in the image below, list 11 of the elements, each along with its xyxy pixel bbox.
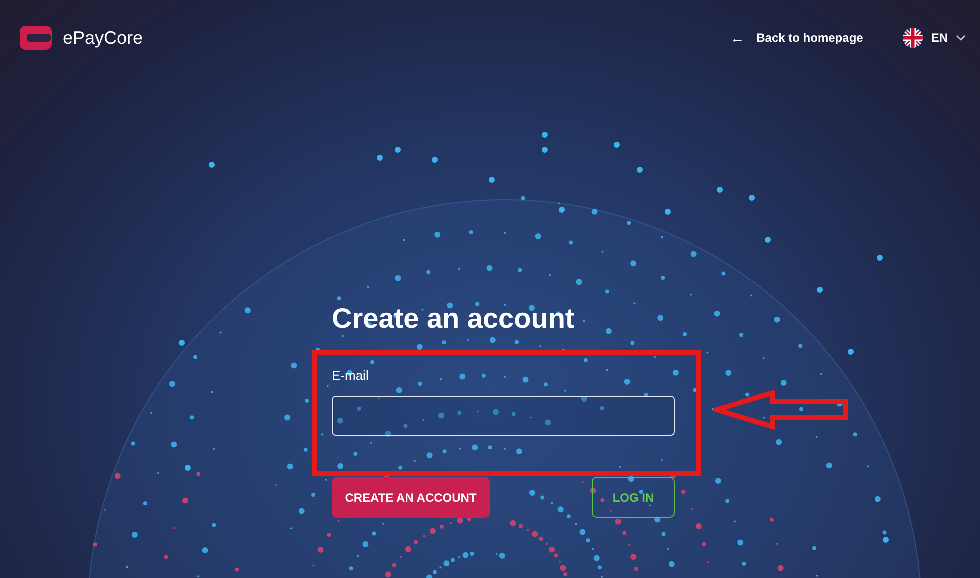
log-in-button[interactable]: LOG IN (592, 477, 675, 518)
language-selector[interactable]: EN (903, 28, 966, 48)
form-title: Create an account (332, 302, 576, 336)
back-to-homepage-link[interactable]: ← Back to homepage (730, 30, 864, 46)
create-account-button[interactable]: CREATE AN ACCOUNT (332, 477, 490, 518)
flag-icon (903, 28, 924, 48)
email-input-field[interactable] (332, 396, 675, 436)
email-label: E-mail (332, 368, 370, 383)
chevron-down-icon (956, 35, 966, 41)
logo-text: ePayCore (63, 28, 144, 48)
logo-icon (19, 25, 53, 51)
